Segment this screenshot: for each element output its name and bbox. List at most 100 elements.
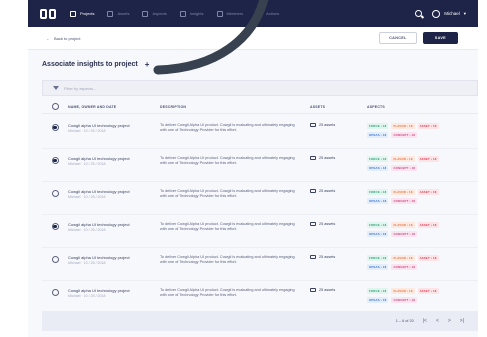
project-name[interactable]: Cowgli alpha UI technology project [68,123,160,128]
aspect-tag: FLAVOR • 18 [391,222,415,228]
aspect-tag: CONCEPT • 18 [391,297,418,303]
table-row[interactable]: Cowgli alpha UI technology project Micha… [42,115,478,149]
project-name[interactable]: Cowgli alpha UI technology project [68,156,160,161]
project-description: To deliver Cowgli Alpha UI product. Cowg… [160,123,295,133]
column-header-description[interactable]: DESCRIPTION [160,105,310,109]
project-meta: Michael · 10 / 25 / 2018 [68,261,106,265]
nav-item-projects[interactable]: Projects [70,10,94,17]
nav-right: Michael ▾ [415,9,466,18]
aspect-tag: OPEAS • 18 [367,132,389,138]
assets-count: 25 assets [310,156,367,160]
project-meta: Michael · 10 / 25 / 2018 [68,162,106,166]
row-radio[interactable] [51,190,59,197]
user-menu[interactable]: Michael ▾ [432,9,466,18]
project-name[interactable]: Cowgli alpha UI technology project [68,189,160,194]
next-page-icon[interactable]: > [448,318,451,324]
last-page-icon[interactable]: >| [460,318,464,324]
aspect-tag: FLAVOR • 18 [391,156,415,162]
nav-item-insights[interactable]: Insights [179,10,204,17]
nav-item-label: Assets [117,11,130,16]
project-description: To deliver Cowgli Alpha UI product. Cowg… [160,156,295,166]
nav-item-assets[interactable]: Assets [107,10,130,17]
aspect-tag: FORCE • 18 [367,123,389,129]
asset-icon [310,288,316,292]
project-meta: Michael · 10 / 25 / 2018 [68,294,106,298]
aspect-tag: FORCE • 18 [367,189,389,195]
avatar-icon [432,9,441,18]
aspect-tags: FORCE • 18 FLAVOR • 18 ASSET • 18 OPEAS • 1… [367,156,452,171]
actions-icon [256,10,263,17]
select-all-radio[interactable] [51,103,59,110]
aspect-tags: FORCE • 18 FLAVOR • 18 ASSET • 18 OPEAS • 1… [367,123,452,138]
aspect-tags: FORCE • 18 FLAVOR • 18 ASSET • 18 OPEAS • 1… [367,189,452,204]
nav-item-actions[interactable]: Actions [256,10,280,17]
nav-item-label: Actions [266,11,280,16]
aspect-tag: FLAVOR • 18 [391,123,415,129]
description-cell: To deliver Cowgli Alpha UI product. Cowg… [160,288,310,298]
user-name: Michael [444,11,460,16]
prev-page-icon[interactable]: < [436,318,439,324]
aspect-tag: ASSET • 18 [417,189,439,195]
assets-label: 25 assets [319,123,336,127]
aspect-tag: CONCEPT • 18 [391,132,418,138]
aspects-cell: FORCE • 18 FLAVOR • 18 ASSET • 18 OPEAS • 1… [367,222,478,237]
row-select-cell [42,222,68,230]
aspect-tag: ASSET • 18 [417,288,439,294]
sub-header: ← Back to project CANCEL SAVE [28,27,478,50]
project-description: To deliver Cowgli Alpha UI product. Cowg… [160,222,295,232]
aspect-tag: OPEAS • 18 [367,231,389,237]
nav-item-members[interactable]: Members [216,10,244,17]
project-description: To deliver Cowgli Alpha UI product. Cowg… [160,288,295,298]
aspect-tag: CONCEPT • 18 [391,198,418,204]
assets-label: 25 assets [319,156,336,160]
asset-icon [310,123,316,127]
aspect-tag: ASSET • 18 [417,222,439,228]
table-row[interactable]: Cowgli alpha UI technology project Micha… [42,280,478,314]
aspect-tag: OPEAS • 18 [367,165,389,171]
assets-cell: 25 assets [310,222,367,226]
row-radio[interactable] [51,256,59,263]
assets-cell: 25 assets [310,189,367,193]
logo-icon[interactable] [40,8,56,19]
project-description: To deliver Cowgli Alpha UI product. Cowg… [160,255,295,265]
nav-item-aspects[interactable]: Aspects [142,10,167,17]
project-name[interactable]: Cowgli alpha UI technology project [68,288,160,293]
column-header-assets[interactable]: ASSETS [310,105,367,109]
back-link[interactable]: ← Back to project [46,36,80,41]
aspect-tag: OPEAS • 18 [367,264,389,270]
description-cell: To deliver Cowgli Alpha UI product. Cowg… [160,189,310,199]
cancel-button[interactable]: CANCEL [379,32,417,44]
row-radio[interactable] [51,223,59,230]
aspects-cell: FORCE • 18 FLAVOR • 18 ASSET • 18 OPEAS • 1… [367,156,478,171]
aspect-tag: CONCEPT • 18 [391,165,418,171]
page-title: Associate insights to project + [42,60,149,69]
table-row[interactable]: Cowgli alpha UI technology project Micha… [42,181,478,215]
filter-bar[interactable]: Filter by aspects... [42,80,478,96]
first-page-icon[interactable]: |< [423,318,427,324]
project-name[interactable]: Cowgli alpha UI technology project [68,222,160,227]
name-cell: Cowgli alpha UI technology project Micha… [68,189,160,199]
assets-count: 25 assets [310,189,367,193]
column-header-name[interactable]: NAME, OWNER AND DATE [68,105,160,109]
aspect-tag: FLAVOR • 18 [391,255,415,261]
chevron-down-icon: ▾ [463,10,466,16]
aspect-tags: FORCE • 18 FLAVOR • 18 ASSET • 18 OPEAS • 1… [367,255,452,270]
add-icon[interactable]: + [145,60,150,69]
table-row[interactable]: Cowgli alpha UI technology project Micha… [42,148,478,182]
assets-cell: 25 assets [310,288,367,292]
table-row[interactable]: Cowgli alpha UI technology project Micha… [42,247,478,281]
row-radio[interactable] [51,124,59,131]
aspect-tag: OPEAS • 18 [367,198,389,204]
pagination-range: 1 – 6 of 20 [395,319,414,323]
save-button[interactable]: SAVE [422,32,458,44]
project-name[interactable]: Cowgli alpha UI technology project [68,255,160,260]
row-radio[interactable] [51,157,59,164]
table-row[interactable]: Cowgli alpha UI technology project Micha… [42,214,478,248]
row-radio[interactable] [51,289,59,296]
column-header-aspects[interactable]: ASPECTS [367,105,478,109]
search-icon[interactable] [415,10,423,17]
assets-cell: 25 assets [310,123,367,127]
nav-item-label: Members [226,11,244,16]
row-select-cell [42,255,68,263]
aspect-tag: OPEAS • 18 [367,297,389,303]
